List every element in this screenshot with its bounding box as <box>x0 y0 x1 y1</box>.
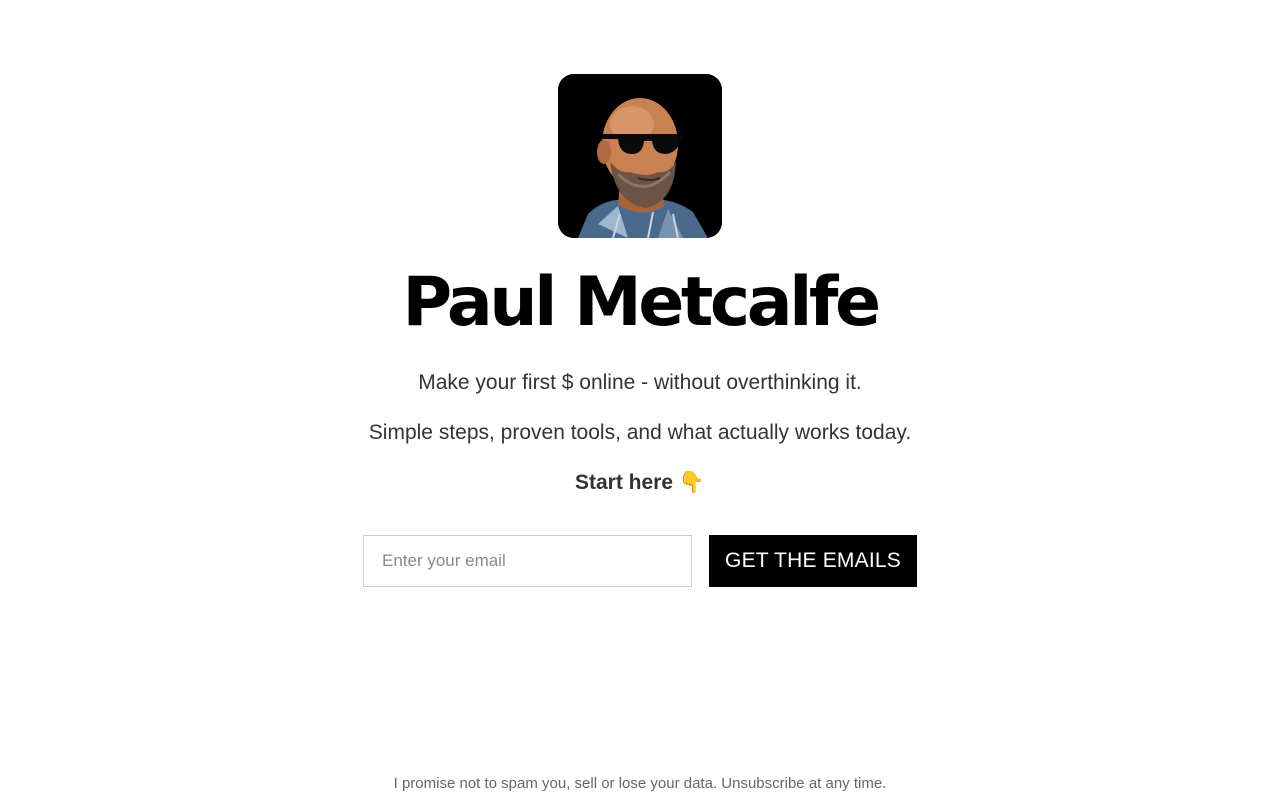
tagline-line-1: Make your first $ online - without overt… <box>418 371 862 394</box>
privacy-note: I promise not to spam you, sell or lose … <box>393 775 887 792</box>
avatar <box>558 74 722 238</box>
email-field[interactable] <box>363 535 692 587</box>
profile-photo-icon <box>558 74 722 238</box>
cta-prompt: Start here 👇 <box>574 471 706 494</box>
page-title: Paul Metcalfe <box>402 263 881 342</box>
tagline-line-2: Simple steps, proven tools, and what act… <box>368 421 912 444</box>
subscribe-button[interactable]: GET THE EMAILS <box>709 535 917 587</box>
landing-page: Paul Metcalfe Make your first $ online -… <box>0 0 1280 800</box>
